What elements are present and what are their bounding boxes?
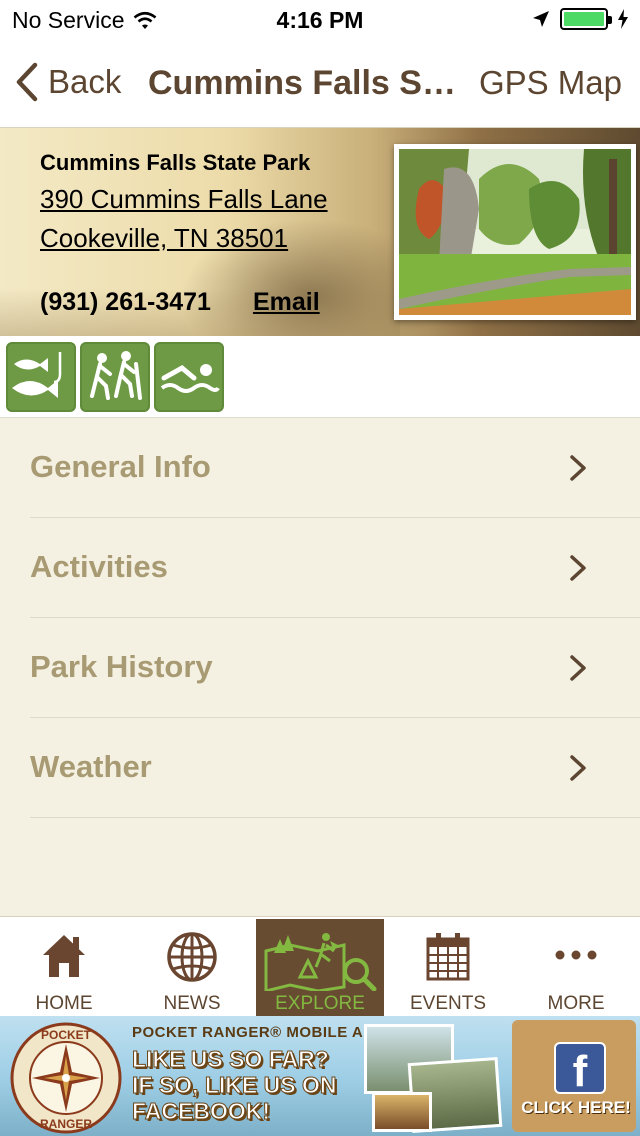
location-arrow-icon <box>533 11 549 27</box>
hiking-icon[interactable] <box>80 342 150 412</box>
navigation-bar: Back Cummins Falls State Park GPS Map <box>0 40 640 128</box>
tab-label: MORE <box>547 993 605 1014</box>
calendar-icon <box>426 933 470 981</box>
menu-item-weather[interactable]: Weather <box>30 718 640 818</box>
swimming-icon[interactable] <box>154 342 224 412</box>
amenity-icons <box>0 336 640 418</box>
menu-item-activities[interactable]: Activities <box>30 518 640 618</box>
status-bar: No Service 4:16 PM <box>0 0 640 40</box>
phone-link[interactable]: (931) 261-3471 <box>40 288 211 317</box>
ad-headline: POCKET RANGER® MOBILE APPS <box>132 1024 395 1041</box>
charging-icon <box>618 9 628 29</box>
back-button[interactable]: Back <box>14 62 121 102</box>
ad-photo-camp <box>372 1092 432 1132</box>
address-line2-link[interactable]: Cookeville, TN 38501 <box>40 223 328 254</box>
park-contact: (931) 261-3471 Email <box>40 288 320 317</box>
gps-map-button[interactable]: GPS Map <box>479 64 622 102</box>
fishing-icon[interactable] <box>6 342 76 412</box>
menu-item-general-info[interactable]: General Info <box>30 418 640 518</box>
facebook-ad-banner[interactable]: POCKET RANGER POCKET RANGER® MOBILE APPS… <box>0 1016 640 1136</box>
menu-item-label: General Info <box>30 449 211 484</box>
logo-text-bottom: RANGER <box>40 1117 92 1131</box>
park-menu: General Info Activities Park History Wea… <box>0 418 640 818</box>
tab-label: HOME <box>35 993 93 1014</box>
menu-item-label: Weather <box>30 749 152 784</box>
back-label: Back <box>48 63 122 100</box>
chevron-right-icon <box>570 655 586 681</box>
globe-icon <box>167 932 217 982</box>
ad-line-2: IF SO, LIKE US ON <box>131 1072 337 1099</box>
facebook-icon: f <box>554 1042 606 1096</box>
park-name: Cummins Falls State Park <box>40 150 311 175</box>
tab-label: EVENTS <box>409 993 487 1014</box>
home-icon <box>43 935 85 977</box>
battery-icon <box>560 8 612 30</box>
pocket-ranger-logo: POCKET RANGER <box>10 1022 122 1134</box>
page-title: Cummins Falls State Park <box>148 64 460 102</box>
ad-line-1: LIKE US SO FAR? <box>132 1046 330 1073</box>
park-photo-image <box>399 149 631 315</box>
tab-explore[interactable]: EXPLORE <box>256 919 384 1017</box>
map-icon <box>264 933 377 991</box>
tab-bar: HOME NEWS EXPLORE EVENTS MORE <box>0 916 640 1017</box>
chevron-right-icon <box>570 755 586 781</box>
park-photo[interactable] <box>394 144 636 320</box>
tab-news[interactable]: NEWS <box>128 919 256 1017</box>
park-info: Cummins Falls State Park 390 Cummins Fal… <box>40 150 328 262</box>
ad-click-here[interactable]: CLICK HERE! <box>516 1098 636 1118</box>
more-icon <box>555 950 597 960</box>
tab-label: EXPLORE <box>275 993 365 1014</box>
address-line1-link[interactable]: 390 Cummins Falls Lane <box>40 184 328 215</box>
ad-line-3: FACEBOOK! <box>132 1098 271 1125</box>
tab-home[interactable]: HOME <box>0 919 128 1017</box>
logo-text-top: POCKET <box>41 1028 92 1042</box>
chevron-right-icon <box>570 555 586 581</box>
menu-item-label: Park History <box>30 649 213 684</box>
tab-label: NEWS <box>163 993 221 1014</box>
tab-events[interactable]: EVENTS <box>384 919 512 1017</box>
menu-item-park-history[interactable]: Park History <box>30 618 640 718</box>
chevron-right-icon <box>570 455 586 481</box>
chevron-left-icon <box>16 62 38 102</box>
status-right <box>532 8 628 30</box>
menu-item-label: Activities <box>30 549 168 584</box>
tab-more[interactable]: MORE <box>512 919 640 1017</box>
email-link[interactable]: Email <box>253 288 320 317</box>
park-header-banner: Cummins Falls State Park 390 Cummins Fal… <box>0 128 640 336</box>
